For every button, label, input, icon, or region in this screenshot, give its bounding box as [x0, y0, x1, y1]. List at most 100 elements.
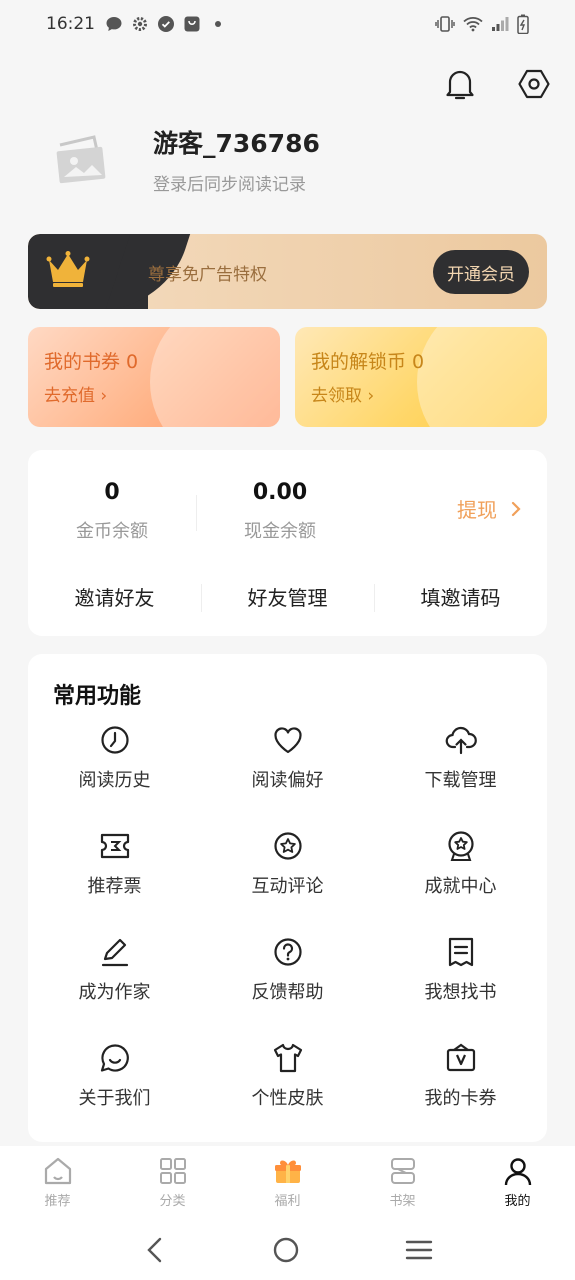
nav-welfare[interactable]: 福利: [230, 1146, 345, 1220]
interactive-comments-item[interactable]: 互动评论: [201, 830, 374, 930]
friend-links: 邀请好友 好友管理 填邀请码: [28, 582, 547, 611]
coin-balance[interactable]: 0 金币余额: [28, 480, 196, 543]
card-decoration: [150, 327, 280, 427]
clock-icon: [100, 726, 129, 754]
nav-label: 书架: [389, 1194, 416, 1209]
status-bar: 16:21: [0, 0, 575, 48]
ticket-icon: [100, 833, 129, 859]
header-actions: [443, 64, 551, 104]
withdraw-button[interactable]: 提现: [457, 494, 521, 523]
bookshelf-icon: [390, 1158, 415, 1184]
nav-label: 推荐: [44, 1194, 71, 1209]
unlock-coin-title: 我的解锁币 0: [311, 351, 425, 373]
nav-category[interactable]: 分类: [115, 1146, 230, 1220]
chat-smile-icon: [100, 1044, 129, 1072]
book-coupon-title: 我的书券 0: [44, 351, 139, 373]
cloud-upload-icon: [445, 726, 477, 755]
system-icons: [435, 14, 529, 34]
reading-history-item[interactable]: 阅读历史: [28, 724, 201, 824]
pen-icon: [101, 938, 128, 967]
enter-invite-code-link[interactable]: 填邀请码: [374, 582, 547, 611]
system-navigation: [0, 1220, 575, 1280]
function-label: 我想找书: [424, 982, 497, 1003]
settings-button[interactable]: [517, 64, 551, 104]
grid-icon: [159, 1158, 186, 1184]
nav-mine[interactable]: 我的: [460, 1146, 575, 1220]
battery-icon: [517, 14, 529, 34]
function-label: 成就中心: [424, 876, 497, 897]
function-label: 成为作家: [78, 982, 151, 1003]
unlock-coin-card[interactable]: 我的解锁币 0 去领取 ›: [295, 327, 547, 427]
nav-label: 我的: [504, 1194, 531, 1209]
function-label: 个性皮肤: [251, 1088, 324, 1109]
gift-icon: [274, 1160, 301, 1183]
nav-label: 福利: [274, 1194, 301, 1209]
divider: [374, 584, 375, 612]
function-label: 推荐票: [87, 876, 142, 897]
book-coupon-card[interactable]: 我的书券 0 去充值 ›: [28, 327, 280, 427]
user-icon: [504, 1158, 531, 1186]
status-time: 16:21: [46, 14, 95, 34]
invite-friends-link[interactable]: 邀请好友: [28, 582, 201, 611]
vibrate-icon: [435, 16, 455, 32]
function-label: 反馈帮助: [251, 982, 324, 1003]
signal-icon: [492, 17, 509, 31]
check-circle-icon: [158, 16, 174, 32]
bag-icon: [184, 16, 200, 32]
coin-balance-label: 金币余额: [76, 521, 148, 542]
wifi-icon: [463, 17, 483, 32]
badge-icon: [447, 831, 474, 861]
tshirt-icon: [273, 1043, 302, 1073]
bell-icon: [446, 70, 474, 100]
star-circle-icon: [273, 832, 302, 860]
wallet-card: 0 金币余额 0.00 现金余额 提现 邀请好友 好友管理 填邀请码: [28, 450, 547, 636]
function-label: 我的卡券: [424, 1088, 497, 1109]
reading-preference-item[interactable]: 阅读偏好: [201, 724, 374, 824]
recommend-ticket-item[interactable]: 推荐票: [28, 830, 201, 930]
home-icon: [44, 1157, 71, 1185]
heart-icon: [273, 727, 302, 754]
claim-link[interactable]: 去领取 ›: [311, 381, 374, 406]
recharge-link[interactable]: 去充值 ›: [44, 381, 107, 406]
coin-balance-value: 0: [104, 480, 120, 505]
download-management-item[interactable]: 下载管理: [374, 724, 547, 824]
profile-section[interactable]: 游客_736786 登录后同步阅读记录: [50, 120, 530, 210]
function-label: 下载管理: [424, 770, 497, 791]
avatar[interactable]: [50, 130, 110, 190]
notification-bell-button[interactable]: [443, 64, 477, 104]
home-circle-icon[interactable]: [272, 1236, 300, 1264]
personal-skin-item[interactable]: 个性皮肤: [201, 1042, 374, 1142]
divider: [201, 584, 202, 612]
card-decoration: [417, 327, 547, 427]
chevron-right-icon: [511, 501, 521, 516]
my-vouchers-item[interactable]: 我的卡券: [374, 1042, 547, 1142]
image-placeholder-icon: [56, 135, 106, 184]
cash-balance[interactable]: 0.00 现金余额: [196, 480, 364, 543]
document-icon: [448, 937, 473, 967]
username: 游客_736786: [153, 129, 320, 158]
vip-banner[interactable]: 尊享免广告特权 开通会员: [28, 234, 547, 309]
message-icon: [106, 17, 122, 31]
login-hint[interactable]: 登录后同步阅读记录: [153, 170, 306, 195]
function-label: 互动评论: [251, 876, 324, 897]
back-icon[interactable]: [143, 1236, 167, 1264]
menu-icon[interactable]: [405, 1238, 433, 1262]
friend-management-link[interactable]: 好友管理: [201, 582, 374, 611]
about-us-item[interactable]: 关于我们: [28, 1042, 201, 1142]
cash-balance-label: 现金余额: [244, 521, 316, 542]
nav-bookshelf[interactable]: 书架: [345, 1146, 460, 1220]
section-title: 常用功能: [53, 684, 142, 709]
voucher-icon: [446, 1043, 475, 1072]
achievement-center-item[interactable]: 成就中心: [374, 830, 547, 930]
feedback-help-item[interactable]: 反馈帮助: [201, 936, 374, 1036]
more-dot-icon: [215, 21, 221, 27]
nav-recommend[interactable]: 推荐: [0, 1146, 115, 1220]
become-writer-item[interactable]: 成为作家: [28, 936, 201, 1036]
vip-benefit-text: 尊享免广告特权: [148, 265, 267, 285]
find-book-item[interactable]: 我想找书: [374, 936, 547, 1036]
open-vip-button[interactable]: 开通会员: [433, 250, 529, 294]
nav-label: 分类: [159, 1194, 186, 1209]
function-label: 关于我们: [78, 1088, 151, 1109]
common-functions-panel: 常用功能 阅读历史 阅读偏好 下载管理 推荐票 互动评论 成就中心 成为作家 反…: [28, 654, 547, 1142]
function-label: 阅读偏好: [251, 770, 324, 791]
